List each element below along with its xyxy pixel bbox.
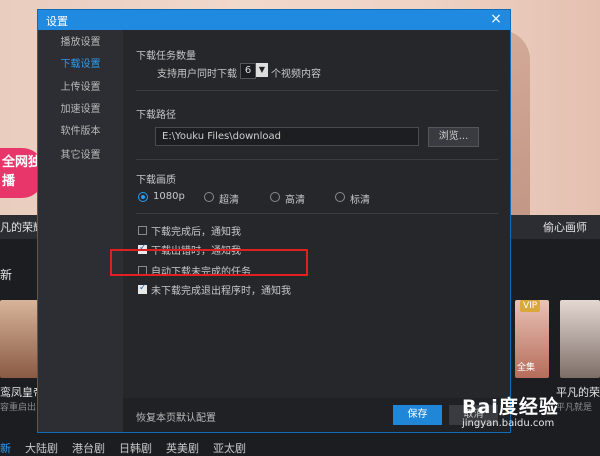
nav-upload-settings[interactable]: 上传设置: [38, 78, 123, 98]
auto-resume-label: 自动下载未完成的任务: [151, 267, 251, 278]
notify-on-error-label: 下载出错时，通知我: [151, 246, 241, 257]
card-right-title[interactable]: 平凡的荣: [556, 384, 600, 400]
divider: [136, 159, 498, 160]
notify-on-exit-checkbox[interactable]: [138, 283, 147, 294]
task-count-prefix: 支持用户同时下载: [157, 69, 237, 80]
close-icon[interactable]: ×: [488, 11, 504, 27]
download-quality-title: 下载画质: [136, 175, 176, 186]
quality-sd-label: 标清: [350, 195, 370, 206]
divider: [136, 213, 498, 214]
strip-right-title[interactable]: 偷心画师: [543, 219, 587, 235]
task-count-suffix: 个视频内容: [271, 69, 321, 80]
settings-content: 下载任务数量 支持用户同时下载 6 ▼ 个视频内容 下载路径 浏览... 下载画…: [123, 30, 510, 432]
dialog-footer: 恢复本页默认配置 保存 取消: [123, 398, 510, 432]
nav-software-version[interactable]: 软件版本: [38, 122, 123, 142]
notify-on-complete-label: 下载完成后，通知我: [151, 227, 241, 238]
card-left-subtitle: 容重启出: [0, 403, 37, 413]
quality-hd-radio[interactable]: [270, 192, 280, 202]
nav-download-settings[interactable]: 下载设置: [38, 55, 123, 75]
download-path-input[interactable]: [155, 127, 419, 146]
nav-playback-settings[interactable]: 播放设置: [38, 33, 123, 53]
quality-1080p-radio[interactable]: [138, 192, 148, 202]
video-card-left[interactable]: [0, 300, 38, 378]
section-title: 新: [0, 268, 13, 282]
settings-sidebar: 播放设置 下载设置 上传设置 加速设置 软件版本 其它设置: [38, 30, 123, 432]
baidu-watermark: Bai度经验 jingyan.baidu.com: [462, 392, 559, 429]
notify-on-exit-label: 未下载完成退出程序时，通知我: [151, 286, 291, 297]
save-button[interactable]: 保存: [393, 405, 442, 425]
vip-badge: VIP: [520, 300, 541, 312]
nav-other-settings[interactable]: 其它设置: [38, 146, 123, 166]
watermark-logo: Bai度经验: [462, 396, 559, 418]
video-card-right-2[interactable]: [560, 300, 600, 378]
card-right-tag: 全集: [517, 363, 536, 373]
download-path-title: 下载路径: [136, 110, 176, 121]
chevron-down-icon[interactable]: ▼: [256, 63, 268, 77]
divider: [136, 90, 498, 91]
card-right-subtitle: 平凡就是: [556, 403, 593, 413]
quality-hd-label: 高清: [285, 195, 305, 206]
notify-on-complete-checkbox[interactable]: [138, 226, 147, 235]
notify-on-error-checkbox[interactable]: [138, 243, 147, 254]
browse-button[interactable]: 浏览...: [428, 127, 479, 147]
quality-1080p-label: 1080p: [153, 191, 185, 202]
task-count-value[interactable]: 6: [240, 63, 256, 79]
dialog-title-bar[interactable]: 设置 ×: [38, 10, 510, 30]
settings-dialog: 设置 × 播放设置 下载设置 上传设置 加速设置 软件版本 其它设置 下载任务数…: [37, 9, 511, 433]
watermark-url: jingyan.baidu.com: [462, 418, 555, 429]
nav-acceleration-settings[interactable]: 加速设置: [38, 100, 123, 120]
auto-resume-checkbox[interactable]: [138, 266, 147, 275]
quality-sd-radio[interactable]: [335, 192, 345, 202]
dialog-title: 设置: [46, 15, 68, 28]
quality-superhd-label: 超清: [219, 195, 239, 206]
quality-superhd-radio[interactable]: [204, 192, 214, 202]
reset-defaults-link[interactable]: 恢复本页默认配置: [136, 409, 216, 424]
task-count-title: 下载任务数量: [136, 51, 196, 62]
